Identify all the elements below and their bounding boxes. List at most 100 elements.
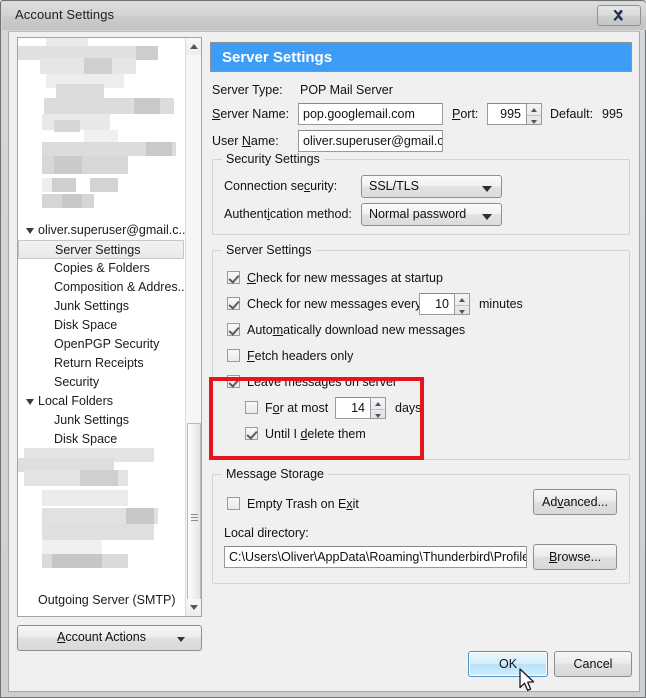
port-spin-up[interactable]: [527, 104, 541, 115]
empty-trash-checkbox[interactable]: [227, 497, 240, 510]
until-delete-checkbox[interactable]: [245, 427, 258, 440]
tree-item-return-receipts[interactable]: Return Receipts: [18, 354, 144, 373]
connection-security-label: Connection security:: [224, 179, 338, 193]
local-directory-input[interactable]: C:\Users\Oliver\AppData\Roaming\Thunderb…: [224, 546, 527, 568]
browse-button[interactable]: Browse...: [533, 544, 617, 570]
tree-item-label: Outgoing Server (SMTP): [38, 593, 176, 607]
days-stepper[interactable]: 14: [335, 397, 386, 419]
tree-item-label: Return Receipts: [54, 356, 144, 370]
security-settings-title: Security Settings: [222, 152, 324, 166]
arrow-down-glyph: [190, 605, 198, 610]
minutes-label: minutes: [479, 297, 523, 311]
authentication-method-value: Normal password: [369, 207, 467, 221]
port-spin-buttons[interactable]: [527, 103, 542, 125]
account-settings-window: Account Settings oliver.superuser@gmail.…: [0, 0, 646, 698]
authentication-method-select[interactable]: Normal password: [361, 203, 502, 226]
spin-up-icon: [531, 107, 537, 112]
ok-button-label: OK: [498, 657, 518, 671]
chevron-down-icon: [482, 186, 492, 192]
port-spin-down[interactable]: [527, 116, 541, 127]
server-settings-title: Server Settings: [222, 243, 316, 257]
twisty-icon[interactable]: [26, 399, 34, 405]
spin-up-icon: [459, 297, 465, 302]
spin-down-icon: [459, 309, 465, 314]
account-actions-label: ccount Actions: [65, 630, 146, 644]
port-stepper[interactable]: 995: [487, 103, 542, 125]
days-spin-buttons[interactable]: [371, 397, 386, 419]
check-interval-stepper[interactable]: 10: [419, 293, 470, 315]
redacted-region-top: [18, 38, 186, 216]
ok-button[interactable]: OK: [468, 651, 548, 677]
tree-item-outgoing-server[interactable]: Outgoing Server (SMTP): [18, 591, 176, 610]
tree-item-label: Copies & Folders: [54, 261, 150, 275]
server-name-label: Server Name:: [212, 107, 290, 121]
tree-item-label: oliver.superuser@gmail.c...: [38, 223, 186, 237]
tree-item-security[interactable]: Security: [18, 373, 99, 392]
window-title: Account Settings: [15, 7, 115, 22]
tree-item-openpgp-security[interactable]: OpenPGP Security: [18, 335, 159, 354]
days-spin-up[interactable]: [371, 398, 385, 409]
tree-item-label: Security: [54, 375, 100, 389]
dialog-body: oliver.superuser@gmail.c... Server Setti…: [8, 31, 640, 692]
security-settings-group: Security Settings Connection security: S…: [212, 152, 630, 235]
port-label: Port:: [452, 107, 479, 121]
tree-item-server-settings[interactable]: Server Settings: [18, 240, 184, 259]
cancel-button[interactable]: Cancel: [554, 651, 632, 677]
server-settings-pane: Server Settings Server Type: POP Mail Se…: [210, 37, 632, 617]
scrollbar-thumb[interactable]: [187, 423, 201, 613]
fetch-headers-checkbox[interactable]: [227, 349, 240, 362]
scroll-down-icon[interactable]: [186, 599, 201, 616]
close-icon[interactable]: [597, 5, 641, 26]
title-bar[interactable]: Account Settings: [2, 2, 646, 30]
server-type-value: POP Mail Server: [300, 83, 393, 97]
accounts-tree: oliver.superuser@gmail.c... Server Setti…: [18, 38, 186, 616]
message-storage-title: Message Storage: [222, 467, 328, 481]
tree-item-copies-folders[interactable]: Copies & Folders: [18, 259, 150, 278]
check-at-startup-label: heck for new messages at startup: [256, 271, 443, 285]
tree-scrollbar[interactable]: [185, 38, 201, 616]
message-storage-group: Message Storage Empty Trash on Exit Adva…: [212, 467, 630, 584]
page-title: Server Settings: [210, 42, 632, 72]
user-name-label: User Name:: [212, 134, 279, 148]
days-label: days: [395, 401, 422, 415]
default-port-value: 995: [602, 107, 623, 121]
for-at-most-checkbox[interactable]: [245, 401, 258, 414]
port-input[interactable]: 995: [487, 103, 527, 125]
scroll-up-icon[interactable]: [186, 38, 201, 55]
tree-item-account[interactable]: oliver.superuser@gmail.c...: [18, 221, 186, 240]
check-interval-spin-up[interactable]: [455, 294, 469, 305]
days-input[interactable]: 14: [335, 397, 371, 419]
close-glyph: [613, 10, 623, 21]
twisty-icon[interactable]: [26, 228, 34, 234]
cancel-button-label: Cancel: [573, 657, 613, 671]
tree-item-junk-settings[interactable]: Junk Settings: [18, 297, 129, 316]
check-interval-input[interactable]: 10: [419, 293, 455, 315]
tree-item-label: Disk Space: [54, 432, 118, 446]
leave-on-server-checkbox[interactable]: [227, 375, 240, 388]
auto-download-checkbox[interactable]: [227, 323, 240, 336]
tree-item-composition-addressing[interactable]: Composition & Addres...: [18, 278, 186, 297]
tree-item-label: Local Folders: [38, 394, 114, 408]
check-at-startup-checkbox[interactable]: [227, 271, 240, 284]
tree-item-local-junk-settings[interactable]: Junk Settings: [18, 411, 129, 430]
account-actions-button[interactable]: Account Actions: [17, 625, 202, 651]
check-every-label: Check for new messages every: [247, 297, 422, 311]
spin-down-icon: [531, 119, 537, 124]
advanced-button[interactable]: Advanced...: [533, 489, 617, 515]
check-every-checkbox[interactable]: [227, 297, 240, 310]
arrow-up-glyph: [190, 44, 198, 49]
check-interval-spin-buttons[interactable]: [455, 293, 470, 315]
server-name-input[interactable]: pop.googlemail.com: [298, 103, 443, 125]
tree-item-disk-space[interactable]: Disk Space: [18, 316, 117, 335]
fetch-headers-label: etch headers only: [254, 349, 354, 363]
spin-down-icon: [375, 413, 381, 418]
tree-item-local-disk-space[interactable]: Disk Space: [18, 430, 117, 449]
user-name-input[interactable]: oliver.superuser@gmail.cc: [298, 130, 443, 152]
chevron-down-icon: [482, 214, 492, 220]
window-frame: Account Settings oliver.superuser@gmail.…: [0, 0, 646, 698]
chevron-down-icon: [177, 637, 185, 642]
tree-item-local-folders[interactable]: Local Folders: [18, 392, 113, 411]
check-interval-spin-down[interactable]: [455, 306, 469, 317]
days-spin-down[interactable]: [371, 410, 385, 421]
connection-security-select[interactable]: SSL/TLS: [361, 175, 502, 198]
